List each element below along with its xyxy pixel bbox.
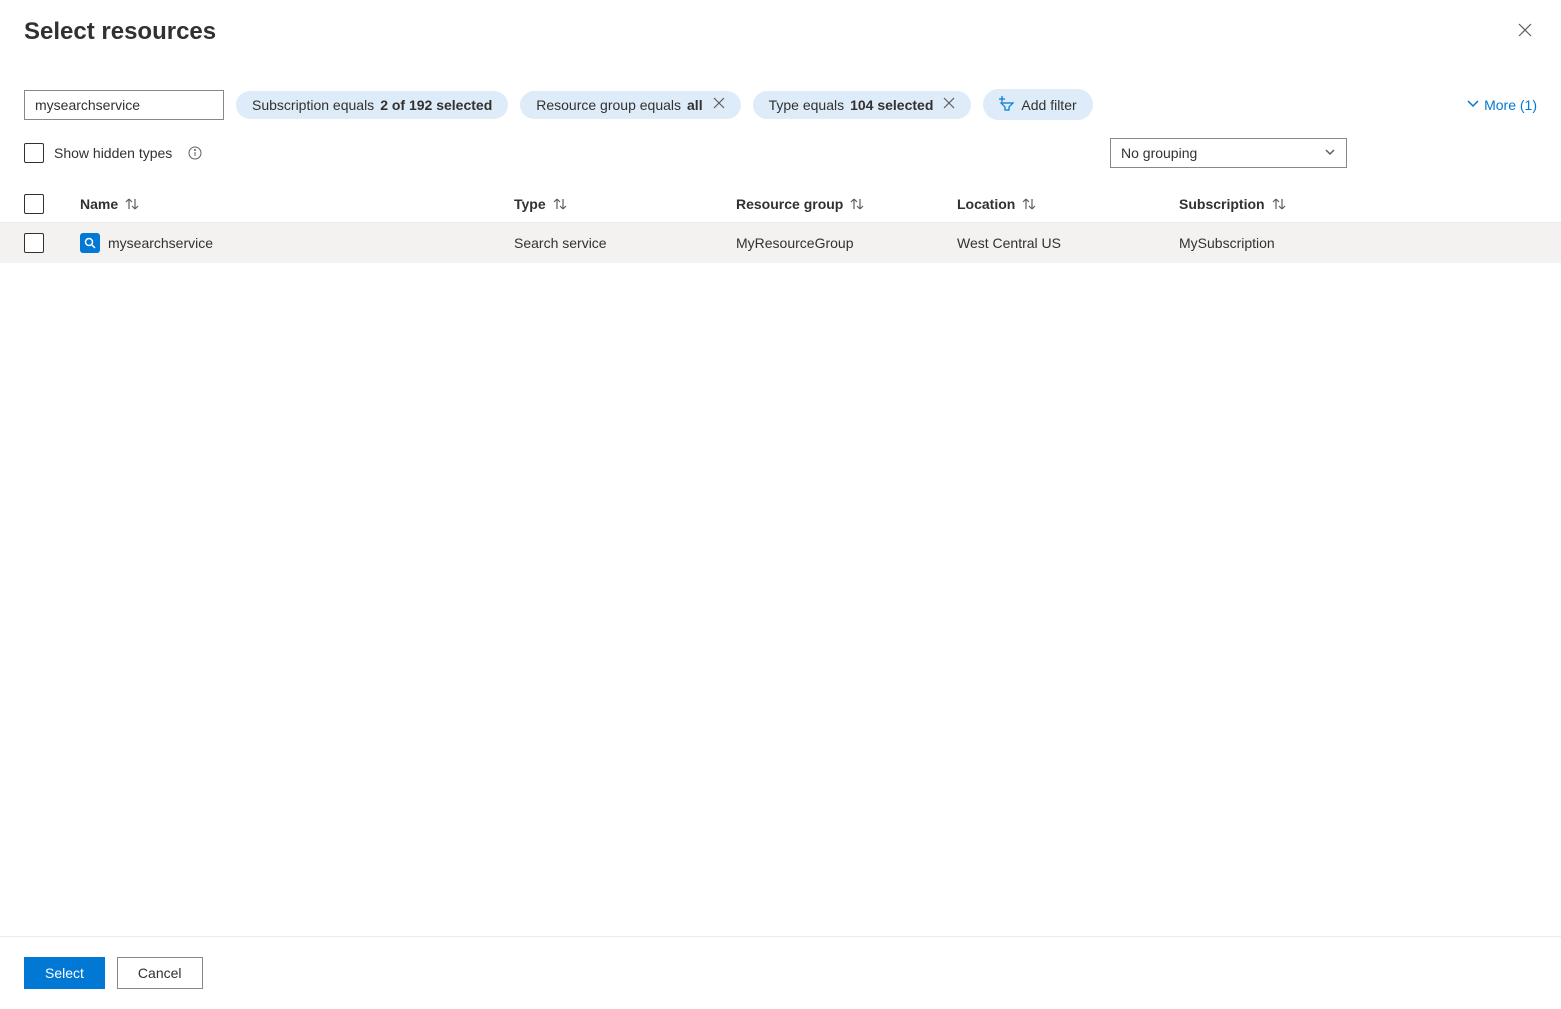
filter-icon: [999, 95, 1015, 114]
close-icon: [1517, 25, 1533, 42]
cell-subscription: MySubscription: [1179, 235, 1561, 251]
sort-icon: [1271, 197, 1287, 211]
sort-icon: [849, 197, 865, 211]
column-header-location[interactable]: Location: [957, 196, 1179, 212]
sort-icon: [1021, 197, 1037, 211]
sort-icon: [124, 197, 140, 211]
column-header-type[interactable]: Type: [514, 196, 736, 212]
pill-value: all: [687, 97, 703, 113]
search-service-icon: [80, 233, 100, 253]
resource-name: mysearchservice: [108, 235, 213, 251]
column-header-subscription[interactable]: Subscription: [1179, 196, 1561, 212]
col-label: Resource group: [736, 196, 843, 212]
pill-remove-button[interactable]: [943, 97, 955, 112]
cell-name: mysearchservice: [80, 233, 514, 253]
cell-location: West Central US: [957, 235, 1179, 251]
table-header-row: Name Type Resource group: [0, 186, 1561, 223]
cell-type: Search service: [514, 235, 736, 251]
col-label: Location: [957, 196, 1015, 212]
filter-bar: Subscription equals 2 of 192 selected Re…: [0, 47, 1561, 120]
row-checkbox[interactable]: [24, 233, 44, 253]
cancel-button[interactable]: Cancel: [117, 957, 203, 989]
column-header-resource-group[interactable]: Resource group: [736, 196, 957, 212]
chevron-down-icon: [1466, 96, 1480, 113]
add-filter-button[interactable]: Add filter: [983, 89, 1092, 120]
close-icon: [943, 97, 955, 112]
pill-value: 104 selected: [850, 97, 933, 113]
footer: Select Cancel: [0, 936, 1561, 1009]
show-hidden-types-checkbox[interactable]: [24, 143, 44, 163]
close-button[interactable]: [1513, 18, 1537, 47]
options-row: Show hidden types No grouping: [0, 120, 1561, 168]
select-button[interactable]: Select: [24, 957, 105, 989]
pill-remove-button[interactable]: [713, 97, 725, 112]
close-icon: [713, 97, 725, 112]
add-filter-label: Add filter: [1021, 97, 1076, 113]
col-label: Name: [80, 196, 118, 212]
grouping-select[interactable]: No grouping: [1110, 138, 1347, 168]
pill-prefix: Type equals: [769, 97, 845, 113]
resources-table: Name Type Resource group: [0, 186, 1561, 263]
cell-resource-group: MyResourceGroup: [736, 235, 957, 251]
pill-prefix: Resource group equals: [536, 97, 681, 113]
more-label: More (1): [1484, 97, 1537, 113]
show-hidden-types-wrap: Show hidden types: [24, 143, 202, 163]
chevron-down-icon: [1324, 145, 1336, 161]
grouping-value: No grouping: [1121, 145, 1197, 161]
table-row[interactable]: mysearchservice Search service MyResourc…: [0, 223, 1561, 263]
col-label: Subscription: [1179, 196, 1265, 212]
panel-header: Select resources: [0, 0, 1561, 47]
pill-value: 2 of 192 selected: [380, 97, 492, 113]
column-header-name[interactable]: Name: [80, 196, 514, 212]
filter-pill-resource-group[interactable]: Resource group equals all: [520, 91, 740, 119]
pill-prefix: Subscription equals: [252, 97, 374, 113]
show-hidden-types-label[interactable]: Show hidden types: [54, 145, 172, 161]
info-icon[interactable]: [188, 146, 202, 160]
filter-pill-type[interactable]: Type equals 104 selected: [753, 91, 972, 119]
col-label: Type: [514, 196, 546, 212]
sort-icon: [552, 197, 568, 211]
more-filters-link[interactable]: More (1): [1466, 96, 1537, 113]
search-input[interactable]: [24, 90, 224, 120]
select-all-checkbox[interactable]: [24, 194, 44, 214]
page-title: Select resources: [24, 18, 216, 46]
filter-pill-subscription[interactable]: Subscription equals 2 of 192 selected: [236, 91, 508, 119]
